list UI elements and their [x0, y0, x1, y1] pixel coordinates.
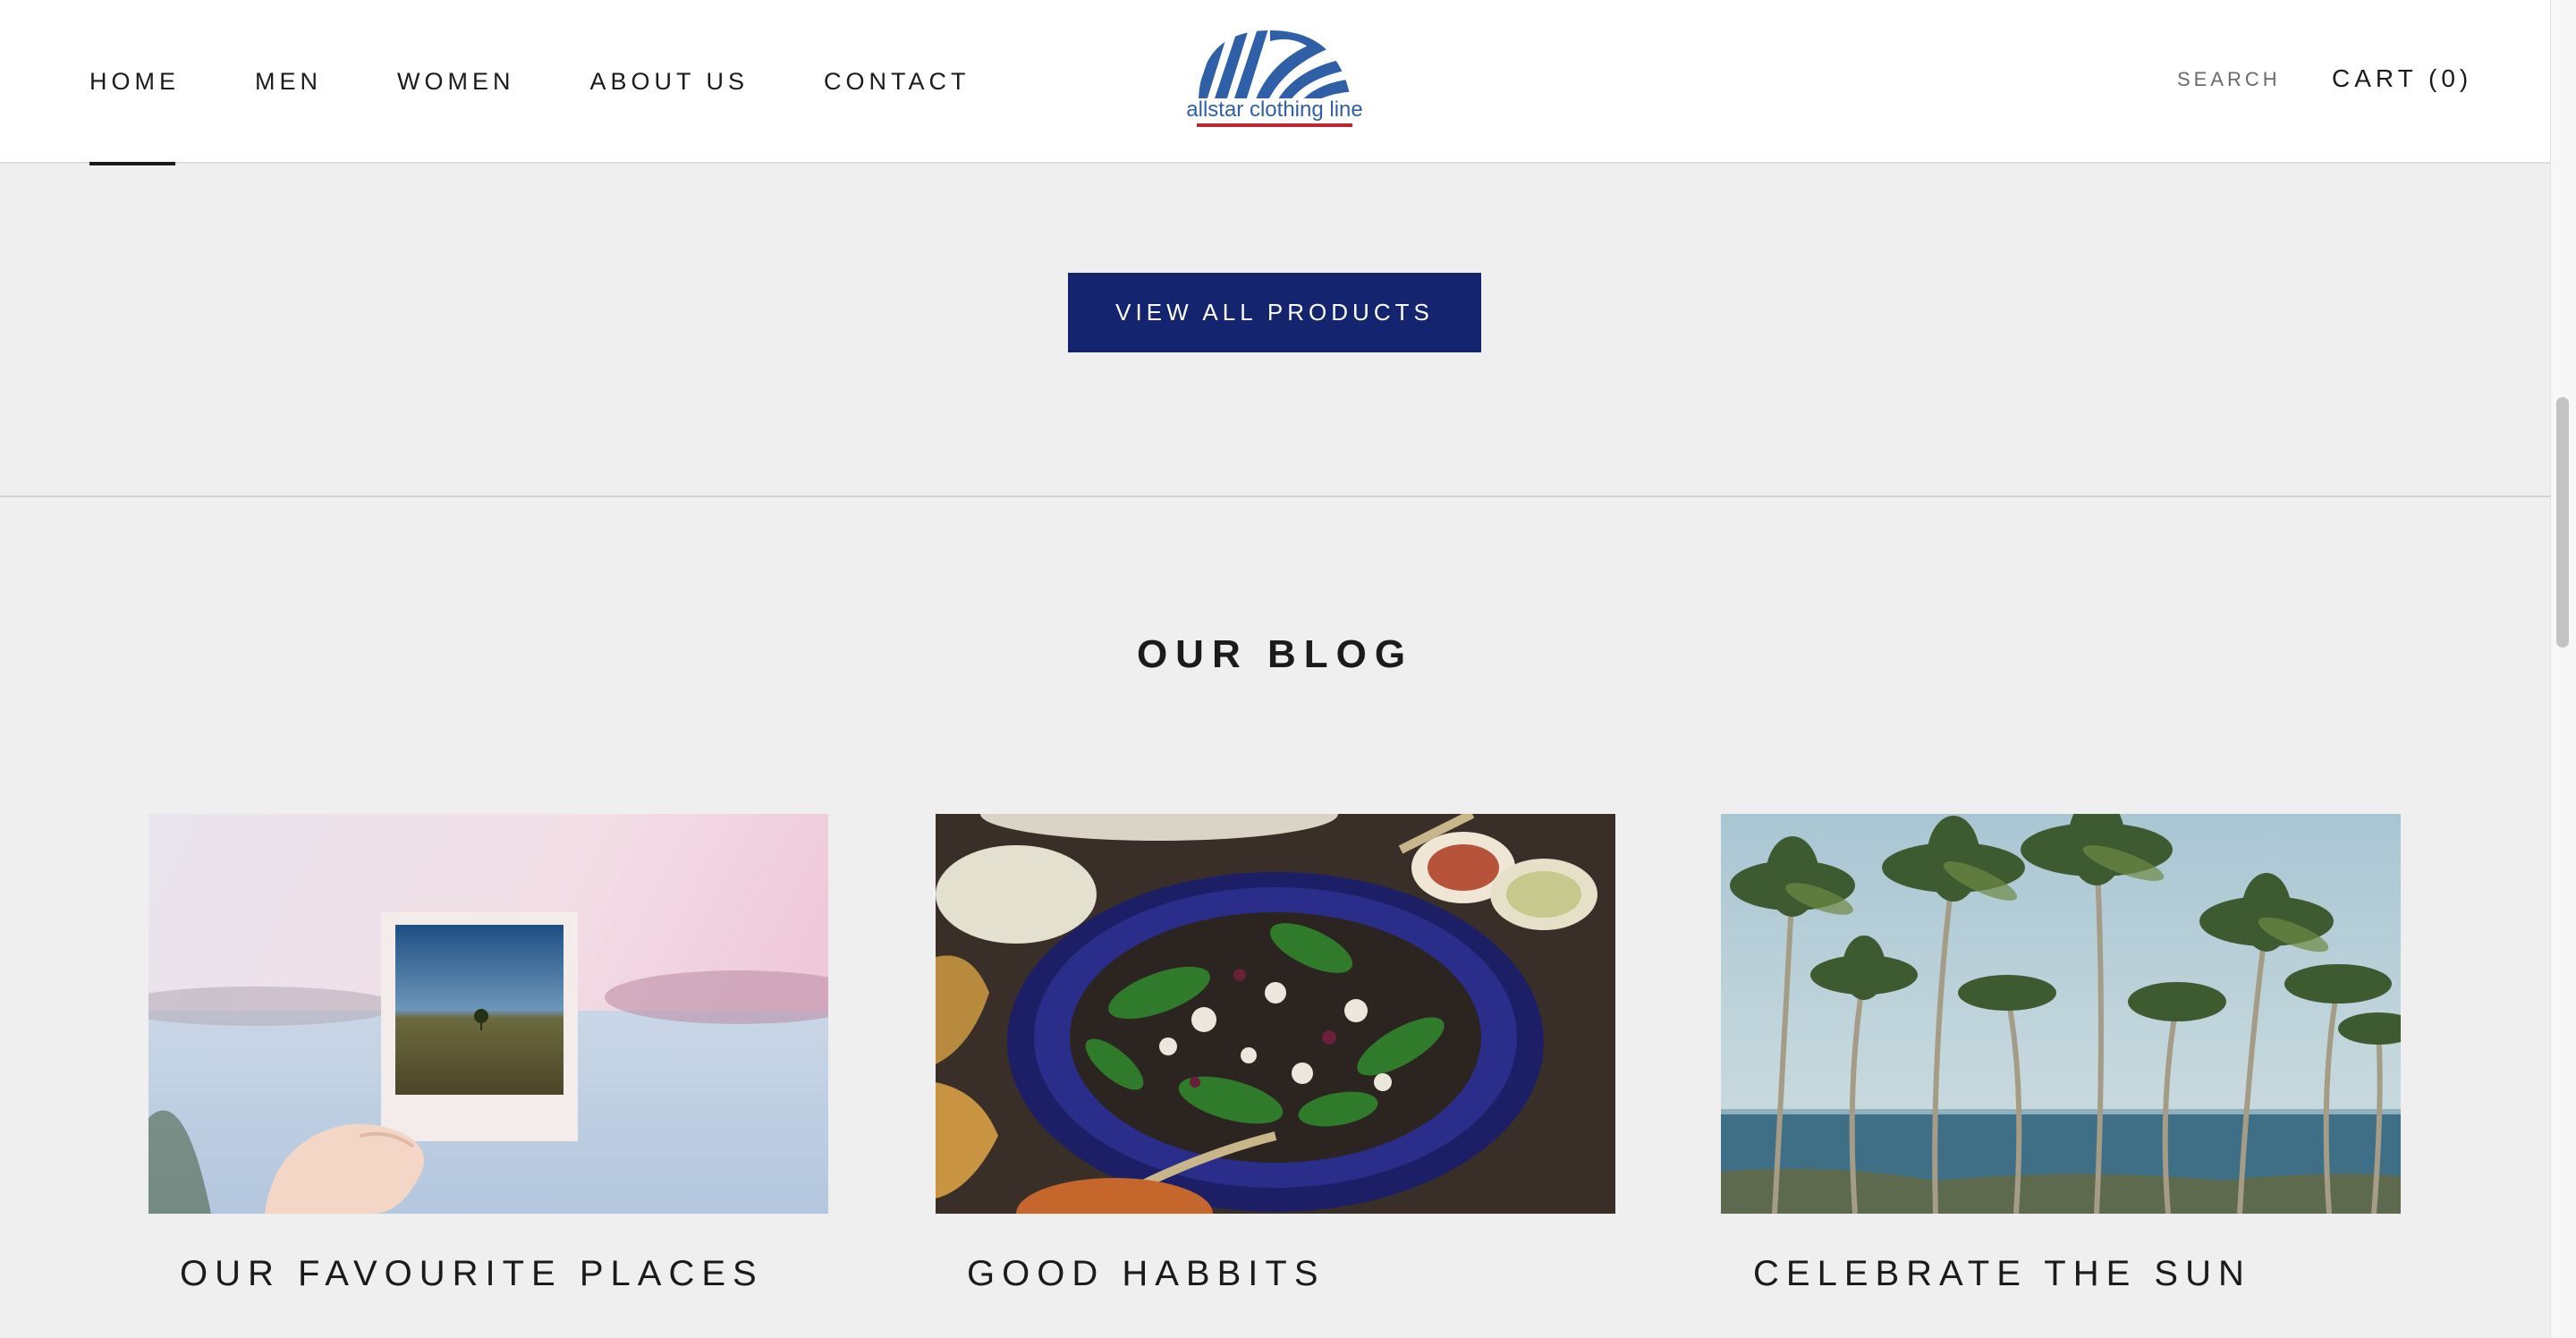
nav-men[interactable]: MEN: [255, 0, 322, 164]
blog-section-title: OUR BLOG: [1136, 632, 1414, 676]
blog-post-title[interactable]: GOOD HABBITS: [967, 1254, 1326, 1294]
blog-post-title[interactable]: OUR FAVOURITE PLACES: [180, 1254, 764, 1294]
nav-about-us[interactable]: ABOUT US: [589, 0, 749, 164]
allstar-logo-icon: allstar clothing line: [1186, 30, 1363, 127]
cart-link[interactable]: CART (0): [2332, 64, 2472, 93]
salad-bowl-image: [936, 814, 1615, 1214]
polaroid-photo-image: [148, 814, 828, 1214]
logo-wordmark: allstar clothing line: [1186, 97, 1362, 122]
section-divider: [0, 495, 2550, 497]
view-all-products-button[interactable]: VIEW ALL PRODUCTS: [1068, 273, 1481, 352]
nav-women[interactable]: WOMEN: [397, 0, 514, 164]
page: HOME MEN WOMEN ABOUT US CONTACT allstar …: [0, 0, 2576, 1338]
blog-post-image-favourite-places[interactable]: [148, 814, 828, 1214]
blog-post-image-celebrate-the-sun[interactable]: [1721, 814, 2401, 1214]
blog-post-image-good-habbits[interactable]: [936, 814, 1615, 1214]
blog-post-title[interactable]: CELEBRATE THE SUN: [1753, 1254, 2251, 1294]
search-link[interactable]: SEARCH: [2177, 68, 2281, 91]
nav-home[interactable]: HOME: [89, 0, 180, 165]
site-header: HOME MEN WOMEN ABOUT US CONTACT allstar …: [0, 0, 2550, 165]
brand-logo[interactable]: allstar clothing line: [1184, 23, 1365, 132]
scrollbar-thumb[interactable]: [2556, 397, 2569, 648]
nav-contact[interactable]: CONTACT: [824, 0, 970, 164]
palm-trees-image: [1721, 814, 2401, 1214]
scrollbar-track[interactable]: [2550, 0, 2576, 1338]
main-nav: HOME MEN WOMEN ABOUT US CONTACT: [89, 0, 1046, 165]
